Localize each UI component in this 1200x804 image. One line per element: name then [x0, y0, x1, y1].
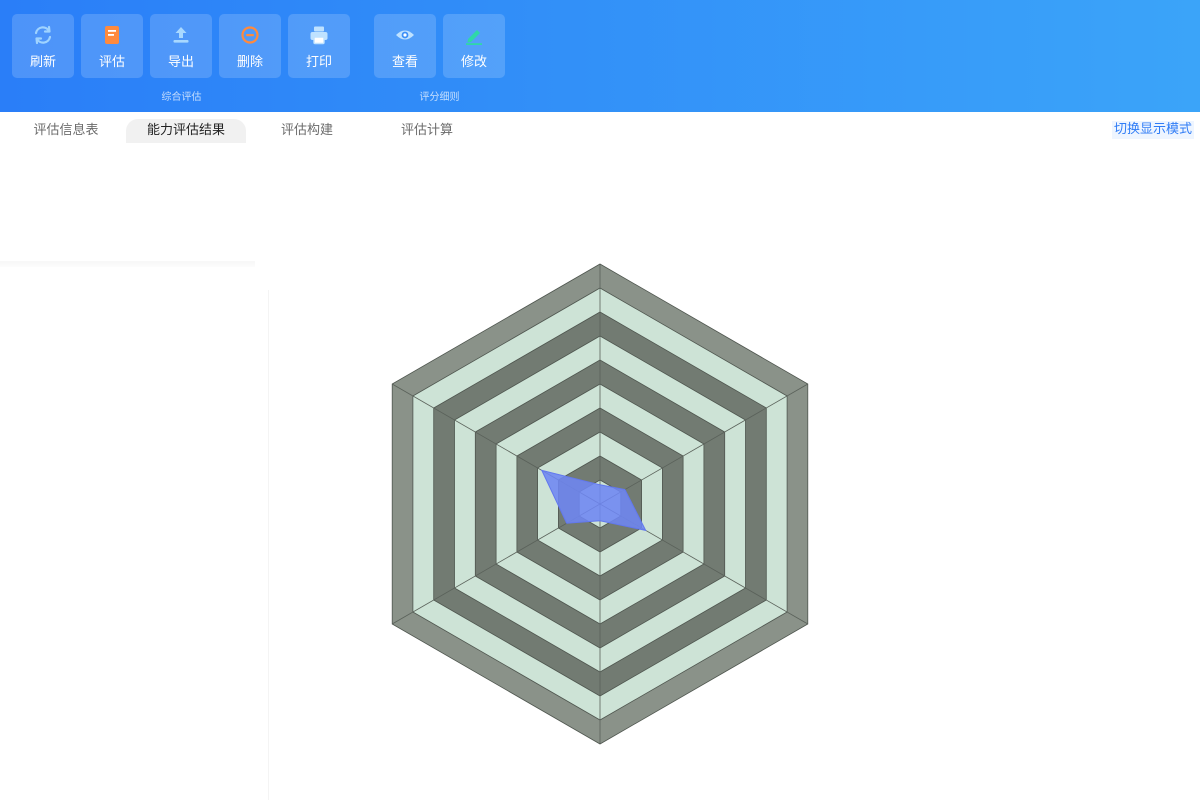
- radar-chart: [391, 263, 809, 745]
- radar-chart-container: [0, 0, 1200, 800]
